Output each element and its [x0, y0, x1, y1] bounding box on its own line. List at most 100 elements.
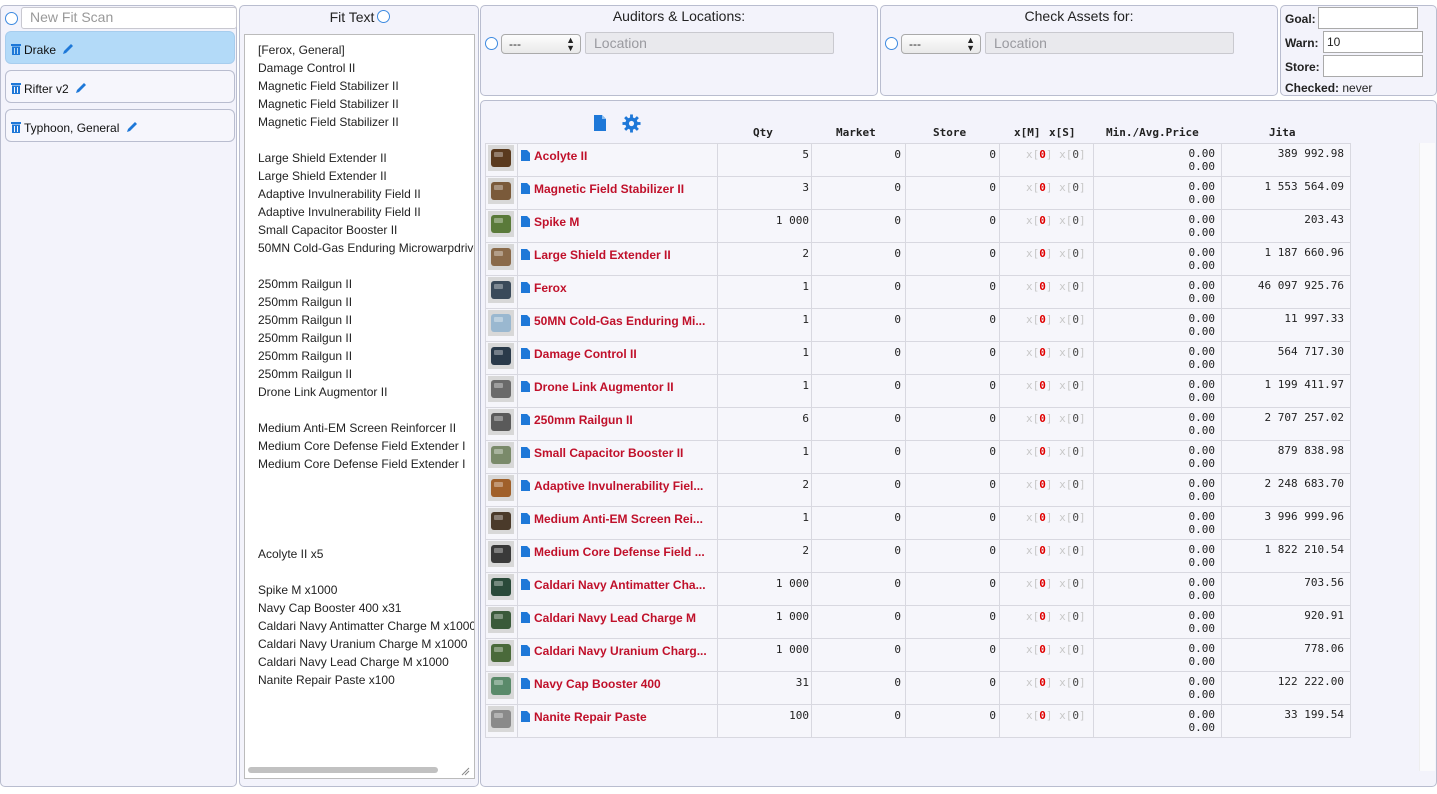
check-assets-select[interactable]: --- ▲ ▼	[901, 34, 981, 54]
fit-item-typhoon[interactable]: Typhoon, General	[5, 109, 235, 142]
document-icon[interactable]	[521, 447, 530, 458]
new-fit-radio[interactable]	[5, 12, 18, 25]
item-name-link[interactable]: 250mm Railgun II	[534, 413, 633, 427]
resize-grip-icon[interactable]	[460, 766, 470, 776]
item-name-cell[interactable]: Spike M	[517, 209, 718, 243]
xs-value: 0	[1072, 280, 1079, 293]
document-icon[interactable]	[521, 546, 530, 557]
item-icon-cell	[485, 143, 518, 177]
item-name-link[interactable]: Large Shield Extender II	[534, 248, 671, 262]
item-name-cell[interactable]: Nanite Repair Paste	[517, 704, 718, 738]
gear-icon[interactable]	[622, 114, 641, 133]
item-name-link[interactable]: Damage Control II	[534, 347, 637, 361]
item-name-cell[interactable]: Small Capacitor Booster II	[517, 440, 718, 474]
item-name-link[interactable]: Caldari Navy Lead Charge M	[534, 611, 696, 625]
pencil-icon[interactable]	[61, 42, 75, 56]
fit-text-textarea[interactable]: [Ferox, General] Damage Control II Magne…	[244, 34, 475, 779]
auditors-select[interactable]: --- ▲ ▼	[501, 34, 581, 54]
xm-value: 0	[1039, 280, 1046, 293]
fit-item-rifter[interactable]: Rifter v2	[5, 70, 235, 103]
document-icon[interactable]	[521, 711, 530, 722]
document-icon[interactable]	[593, 114, 607, 132]
item-name-link[interactable]: Acolyte II	[534, 149, 587, 163]
item-name-link[interactable]: Ferox	[534, 281, 567, 295]
document-icon[interactable]	[521, 216, 530, 227]
document-icon[interactable]	[521, 381, 530, 392]
goal-panel: Goal: Warn: 10 Store: Checked: never	[1280, 5, 1437, 96]
fit-text-radio[interactable]	[377, 10, 391, 23]
min-avg-price-cell: 0.00 0.00	[1093, 638, 1222, 672]
multiplier-cell: x[0] x[0]	[999, 209, 1094, 243]
new-fit-input[interactable]: New Fit Scan	[21, 7, 237, 29]
auditors-location-input[interactable]: Location	[585, 32, 834, 54]
document-icon[interactable]	[521, 579, 530, 590]
vertical-scrollbar[interactable]	[1419, 143, 1435, 771]
item-name-cell[interactable]: Ferox	[517, 275, 718, 309]
item-name-link[interactable]: Spike M	[534, 215, 579, 229]
item-name-link[interactable]: Medium Anti-EM Screen Rei...	[534, 512, 703, 526]
document-icon[interactable]	[521, 480, 530, 491]
item-name-cell[interactable]: Large Shield Extender II	[517, 242, 718, 276]
document-icon[interactable]	[521, 348, 530, 359]
item-name-link[interactable]: 50MN Cold-Gas Enduring Mi...	[534, 314, 705, 328]
item-name-cell[interactable]: Magnetic Field Stabilizer II	[517, 176, 718, 210]
pencil-icon[interactable]	[74, 81, 88, 95]
xs-value: 0	[1072, 412, 1079, 425]
trash-icon[interactable]	[11, 43, 21, 55]
item-name-cell[interactable]: 50MN Cold-Gas Enduring Mi...	[517, 308, 718, 342]
document-icon[interactable]	[521, 645, 530, 656]
document-icon[interactable]	[521, 150, 530, 161]
item-name-cell[interactable]: Medium Anti-EM Screen Rei...	[517, 506, 718, 540]
warn-input[interactable]: 10	[1323, 31, 1423, 53]
module-icon	[488, 508, 514, 534]
document-icon[interactable]	[521, 282, 530, 293]
item-name-link[interactable]: Caldari Navy Antimatter Cha...	[534, 578, 706, 592]
item-name-cell[interactable]: 250mm Railgun II	[517, 407, 718, 441]
item-name-link[interactable]: Adaptive Invulnerability Fiel...	[534, 479, 703, 493]
qty-cell: 1 000	[717, 638, 812, 672]
check-assets-radio[interactable]	[885, 37, 898, 50]
min-price: 0.00	[1188, 213, 1216, 226]
document-icon[interactable]	[521, 414, 530, 425]
document-icon[interactable]	[521, 249, 530, 260]
item-name-cell[interactable]: Medium Core Defense Field ...	[517, 539, 718, 573]
document-icon[interactable]	[521, 183, 530, 194]
item-name-cell[interactable]: Navy Cap Booster 400	[517, 671, 718, 705]
check-assets-panel: Check Assets for: --- ▲ ▼ Location	[880, 5, 1278, 96]
document-icon[interactable]	[521, 678, 530, 689]
item-name-cell[interactable]: Drone Link Augmentor II	[517, 374, 718, 408]
item-name-link[interactable]: Navy Cap Booster 400	[534, 677, 661, 691]
item-name-link[interactable]: Drone Link Augmentor II	[534, 380, 674, 394]
multiplier-cell: x[0] x[0]	[999, 671, 1094, 705]
auditors-radio[interactable]	[485, 37, 498, 50]
item-name-cell[interactable]: Acolyte II	[517, 143, 718, 177]
goal-input[interactable]	[1318, 7, 1418, 29]
item-name-cell[interactable]: Caldari Navy Antimatter Cha...	[517, 572, 718, 606]
fit-item-drake[interactable]: Drake	[5, 31, 235, 64]
item-name-cell[interactable]: Damage Control II	[517, 341, 718, 375]
item-name-link[interactable]: Magnetic Field Stabilizer II	[534, 182, 684, 196]
document-icon[interactable]	[521, 513, 530, 524]
item-name-link[interactable]: Nanite Repair Paste	[534, 710, 647, 724]
min-price: 0.00	[1188, 675, 1216, 688]
horizontal-scrollbar[interactable]	[248, 767, 438, 773]
check-assets-location-input[interactable]: Location	[985, 32, 1234, 54]
item-name-cell[interactable]: Adaptive Invulnerability Fiel...	[517, 473, 718, 507]
store-input[interactable]	[1323, 55, 1423, 77]
market-cell: 0	[811, 176, 906, 210]
avg-price: 0.00	[1188, 556, 1216, 569]
item-name-cell[interactable]: Caldari Navy Uranium Charg...	[517, 638, 718, 672]
document-icon[interactable]	[521, 612, 530, 623]
item-name-cell[interactable]: Caldari Navy Lead Charge M	[517, 605, 718, 639]
item-name-link[interactable]: Small Capacitor Booster II	[534, 446, 683, 460]
trash-icon[interactable]	[11, 82, 21, 94]
table-row: Small Capacitor Booster II 1 0 0 x[0] x[0] 0.…	[485, 440, 1351, 474]
trash-icon[interactable]	[11, 121, 21, 133]
min-avg-price-cell: 0.00 0.00	[1093, 374, 1222, 408]
item-name-link[interactable]: Caldari Navy Uranium Charg...	[534, 644, 707, 658]
module-icon	[488, 442, 514, 468]
jita-price-cell: 1 553 564.09	[1221, 176, 1351, 210]
pencil-icon[interactable]	[125, 120, 139, 134]
document-icon[interactable]	[521, 315, 530, 326]
item-name-link[interactable]: Medium Core Defense Field ...	[534, 545, 705, 559]
